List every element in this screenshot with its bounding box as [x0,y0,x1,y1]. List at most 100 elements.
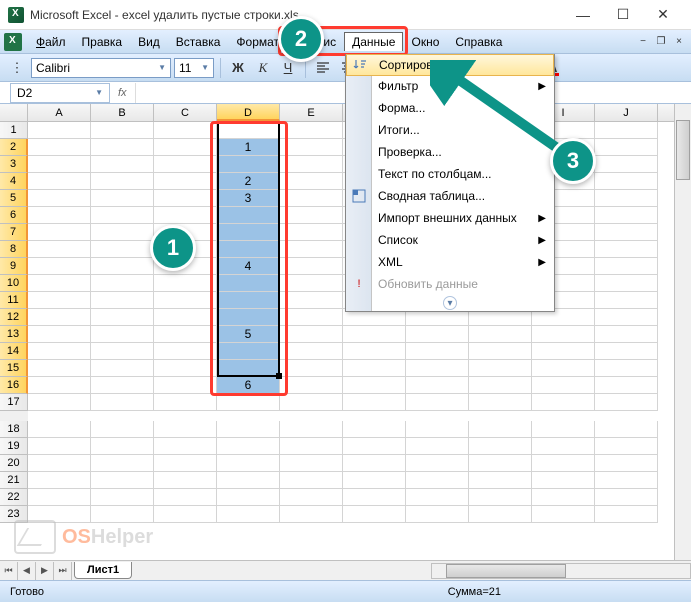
cell-F14[interactable] [343,343,406,360]
menu-window[interactable]: Окно [403,32,447,52]
cell-B8[interactable] [91,241,154,258]
cell-D12[interactable] [217,309,280,326]
row-header-2[interactable]: 2 [0,139,28,156]
cell-D23[interactable] [217,506,280,523]
cell-I15[interactable] [532,360,595,377]
cell-I18[interactable] [532,421,595,438]
cell-E11[interactable] [280,292,343,309]
cell-D2[interactable]: 1 [217,139,280,156]
cell-C11[interactable] [154,292,217,309]
cell-A14[interactable] [28,343,91,360]
menu-help[interactable]: Справка [447,32,510,52]
cell-C4[interactable] [154,173,217,190]
cell-H16[interactable] [469,377,532,394]
row-header-15[interactable]: 15 [0,360,28,377]
cell-A19[interactable] [28,438,91,455]
cell-A18[interactable] [28,421,91,438]
cell-B3[interactable] [91,156,154,173]
cell-J7[interactable] [595,224,658,241]
menu-view[interactable]: Вид [130,32,168,52]
cell-F13[interactable] [343,326,406,343]
minimize-button[interactable]: — [563,2,603,28]
cell-J17[interactable] [595,394,658,411]
menu-insert[interactable]: Вставка [168,32,229,52]
cell-G21[interactable] [406,472,469,489]
column-header-C[interactable]: C [154,104,217,121]
cell-E10[interactable] [280,275,343,292]
tab-nav-last[interactable]: ⏭ [54,562,72,580]
cell-E7[interactable] [280,224,343,241]
cell-D15[interactable] [217,360,280,377]
cell-J3[interactable] [595,156,658,173]
cell-A12[interactable] [28,309,91,326]
cell-G18[interactable] [406,421,469,438]
row-header-13[interactable]: 13 [0,326,28,343]
menu-item-pivot[interactable]: Сводная таблица... [346,185,554,207]
cell-G17[interactable] [406,394,469,411]
cell-E17[interactable] [280,394,343,411]
doc-restore-button[interactable]: ❐ [653,35,669,49]
cell-A7[interactable] [28,224,91,241]
cell-B11[interactable] [91,292,154,309]
cell-J18[interactable] [595,421,658,438]
cell-D17[interactable] [217,394,280,411]
italic-button[interactable]: К [252,57,274,79]
font-select[interactable]: Calibri ▼ [31,58,171,78]
cell-D13[interactable]: 5 [217,326,280,343]
cell-D4[interactable]: 2 [217,173,280,190]
cell-H21[interactable] [469,472,532,489]
cell-A11[interactable] [28,292,91,309]
cell-D1[interactable] [217,122,280,139]
row-header-10[interactable]: 10 [0,275,28,292]
sheet-tab-1[interactable]: Лист1 [74,562,132,579]
menu-item-import[interactable]: Импорт внешних данных ▶ [346,207,554,229]
cell-A16[interactable] [28,377,91,394]
cell-C15[interactable] [154,360,217,377]
menu-item-xml[interactable]: XML ▶ [346,251,554,273]
row-header-19[interactable]: 19 [0,438,28,455]
cell-C14[interactable] [154,343,217,360]
cell-F21[interactable] [343,472,406,489]
menu-edit[interactable]: Правка [74,32,131,52]
cell-D19[interactable] [217,438,280,455]
cell-A5[interactable] [28,190,91,207]
cell-G19[interactable] [406,438,469,455]
column-header-B[interactable]: B [91,104,154,121]
cell-B9[interactable] [91,258,154,275]
cell-J1[interactable] [595,122,658,139]
cell-A20[interactable] [28,455,91,472]
align-left-button[interactable] [312,57,334,79]
cell-B21[interactable] [91,472,154,489]
row-header-11[interactable]: 11 [0,292,28,309]
cell-E22[interactable] [280,489,343,506]
cell-G16[interactable] [406,377,469,394]
cell-C16[interactable] [154,377,217,394]
cell-D6[interactable] [217,207,280,224]
cell-B13[interactable] [91,326,154,343]
tab-nav-first[interactable]: ⏮ [0,562,18,580]
cell-A21[interactable] [28,472,91,489]
cell-E18[interactable] [280,421,343,438]
cell-F23[interactable] [343,506,406,523]
cell-B6[interactable] [91,207,154,224]
cell-A15[interactable] [28,360,91,377]
cell-A3[interactable] [28,156,91,173]
cell-E9[interactable] [280,258,343,275]
cell-J9[interactable] [595,258,658,275]
cell-C2[interactable] [154,139,217,156]
cell-A1[interactable] [28,122,91,139]
cell-H13[interactable] [469,326,532,343]
cell-D11[interactable] [217,292,280,309]
cell-J5[interactable] [595,190,658,207]
cell-A9[interactable] [28,258,91,275]
cell-H17[interactable] [469,394,532,411]
cell-C20[interactable] [154,455,217,472]
cell-C22[interactable] [154,489,217,506]
row-header-5[interactable]: 5 [0,190,28,207]
cell-J23[interactable] [595,506,658,523]
vertical-scrollbar-thumb[interactable] [676,120,690,180]
cell-B12[interactable] [91,309,154,326]
cell-H22[interactable] [469,489,532,506]
row-header-9[interactable]: 9 [0,258,28,275]
cell-I16[interactable] [532,377,595,394]
